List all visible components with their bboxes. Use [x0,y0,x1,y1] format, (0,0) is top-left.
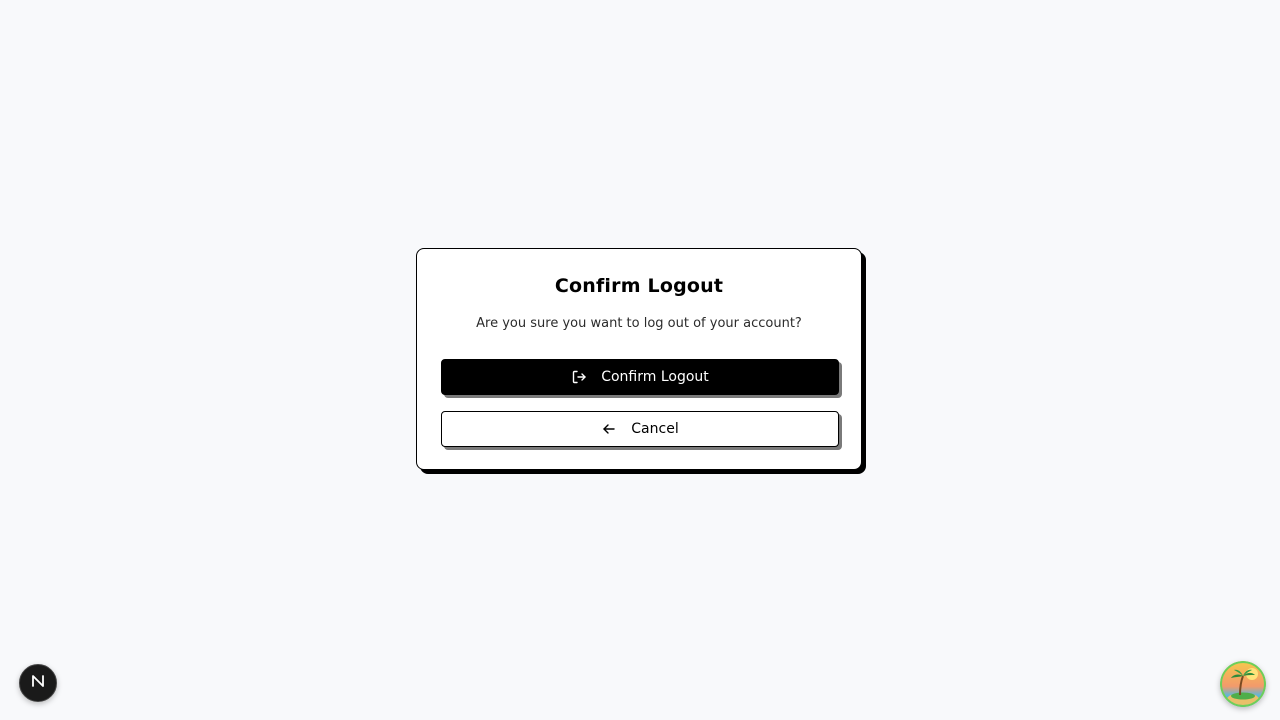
cancel-label: Cancel [631,421,679,437]
logout-dialog: Confirm Logout Are you sure you want to … [416,248,862,470]
nextjs-logo-icon [29,672,47,694]
confirm-logout-label: Confirm Logout [601,369,709,385]
logout-icon [571,369,587,385]
dialog-message: Are you sure you want to log out of your… [476,316,802,331]
dialog-title: Confirm Logout [554,275,724,297]
cancel-button[interactable]: Cancel [441,411,839,447]
nextjs-dev-badge[interactable] [19,664,57,702]
page: Confirm Logout Are you sure you want to … [0,0,1280,720]
arrow-left-icon [601,421,617,437]
island-avatar-icon [1220,661,1266,707]
user-avatar[interactable] [1220,661,1266,707]
confirm-logout-button[interactable]: Confirm Logout [441,359,839,395]
